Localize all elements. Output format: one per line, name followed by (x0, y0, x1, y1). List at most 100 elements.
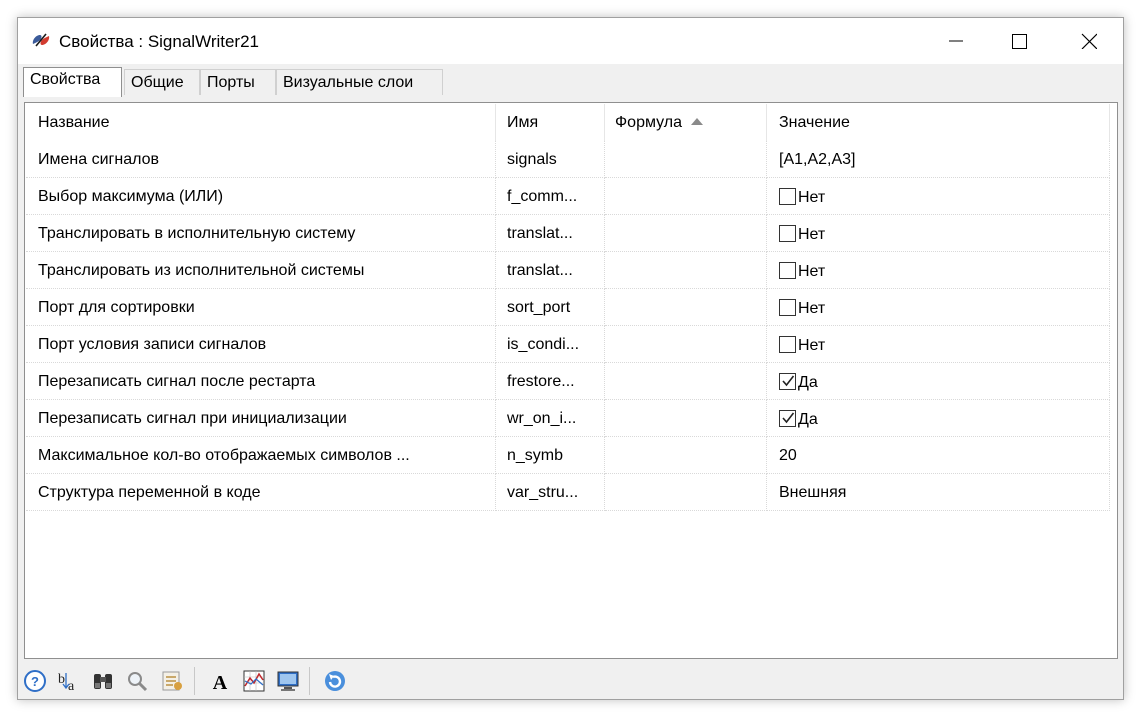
property-formula-cell[interactable] (605, 437, 767, 474)
property-name-cell-text: Максимальное кол-во отображаемых символо… (38, 447, 410, 464)
property-name-cell: Транслировать в исполнительную систему (26, 215, 496, 252)
property-formula-cell[interactable] (605, 178, 767, 215)
property-value-text: Нет (798, 188, 826, 206)
property-name-cell: Имена сигналов (26, 141, 496, 178)
property-name-cell: Перезаписать сигнал после рестарта (26, 363, 496, 400)
property-id-cell-text: frestore... (507, 373, 575, 390)
property-name-cell-text: Транслировать в исполнительную систему (38, 225, 356, 242)
property-formula-cell[interactable] (605, 400, 767, 437)
checkbox-checked[interactable] (779, 373, 796, 390)
column-header-value[interactable]: Значение (767, 104, 1110, 141)
checkbox-unchecked[interactable] (779, 299, 796, 316)
tab-general[interactable]: Общие (124, 69, 200, 95)
table-row[interactable]: Перезаписать сигнал после рестарта fresto… (26, 363, 1110, 400)
sort-alpha-icon[interactable]: ba (56, 669, 80, 694)
property-formula-cell[interactable] (605, 363, 767, 400)
property-id-cell: n_symb (496, 437, 605, 474)
checkbox-unchecked[interactable] (779, 225, 796, 242)
sort-ascending-icon (691, 118, 704, 125)
maximize-button[interactable] (996, 18, 1042, 64)
column-header-formula[interactable]: Формула (605, 104, 767, 141)
property-formula-cell[interactable] (605, 252, 767, 289)
tab-visual-layers[interactable]: Визуальные слои (276, 69, 443, 95)
table-row[interactable]: Перезаписать сигнал при инициализации wr_… (26, 400, 1110, 437)
property-value-cell[interactable]: 20 (767, 437, 1110, 474)
tab-properties[interactable]: Свойства (23, 67, 122, 97)
property-value-text: 20 (779, 447, 797, 464)
property-value-text: Внешняя (779, 484, 847, 501)
properties-panel: Название Имя Формула Значение Имена сигн… (24, 102, 1118, 659)
property-value-cell[interactable]: Внешняя (767, 474, 1110, 511)
checkbox-unchecked[interactable] (779, 188, 796, 205)
property-id-cell-text: is_condi... (507, 336, 580, 353)
title-bar[interactable]: Свойства : SignalWriter21 (18, 18, 1123, 64)
tab-ports[interactable]: Порты (200, 69, 276, 95)
property-name-cell-text: Имена сигналов (38, 151, 159, 168)
property-value-cell[interactable]: Да (767, 400, 1110, 437)
property-id-cell-text: n_symb (507, 447, 564, 464)
property-value-cell[interactable]: [A1,A2,A3] (767, 141, 1110, 178)
font-icon[interactable]: A (208, 669, 232, 694)
properties-icon[interactable] (160, 669, 184, 693)
table-row[interactable]: Транслировать в исполнительную систему tr… (26, 215, 1110, 252)
checkbox-checked[interactable] (779, 410, 796, 427)
column-header-id[interactable]: Имя (496, 104, 605, 141)
property-value-cell[interactable]: Нет (767, 252, 1110, 289)
property-id-cell: frestore... (496, 363, 605, 400)
property-name-cell: Перезаписать сигнал при инициализации (26, 400, 496, 437)
property-id-cell: translat... (496, 252, 605, 289)
property-id-cell: f_comm... (496, 178, 605, 215)
property-value-text: Нет (798, 262, 826, 280)
binoculars-icon[interactable] (91, 669, 115, 693)
property-name-cell-text: Перезаписать сигнал при инициализации (38, 410, 347, 427)
property-name-cell-text: Выбор максимума (ИЛИ) (38, 188, 224, 205)
property-id-cell-text: var_stru... (507, 484, 579, 501)
minimize-button[interactable] (933, 18, 979, 64)
column-header-name[interactable]: Название (26, 104, 496, 141)
monitor-icon[interactable] (276, 669, 300, 693)
property-id-cell-text: wr_on_i... (507, 410, 577, 427)
property-formula-cell[interactable] (605, 215, 767, 252)
close-button[interactable] (1066, 18, 1112, 64)
property-value-cell[interactable]: Нет (767, 215, 1110, 252)
property-value-cell[interactable]: Нет (767, 178, 1110, 215)
toolbar-separator (309, 667, 310, 695)
window-title: Свойства : SignalWriter21 (59, 32, 259, 51)
property-value-text: Да (798, 373, 818, 391)
table-row[interactable]: Структура переменной в коде var_stru... Вн… (26, 474, 1110, 511)
help-icon[interactable]: ? (23, 669, 47, 693)
svg-text:A: A (213, 672, 228, 693)
properties-window: Свойства : SignalWriter21 Свойства Общие… (17, 17, 1124, 700)
property-value-cell[interactable]: Нет (767, 326, 1110, 363)
magnifier-icon[interactable] (125, 669, 149, 693)
table-row[interactable]: Выбор максимума (ИЛИ) f_comm... Нет (26, 178, 1110, 215)
table-row[interactable]: Транслировать из исполнительной системы t… (26, 252, 1110, 289)
table-row[interactable]: Максимальное кол-во отображаемых символо… (26, 437, 1110, 474)
svg-text:?: ? (31, 674, 39, 689)
checkbox-unchecked[interactable] (779, 262, 796, 279)
property-id-cell-text: f_comm... (507, 188, 578, 205)
property-name-cell: Структура переменной в коде (26, 474, 496, 511)
property-id-cell: is_condi... (496, 326, 605, 363)
table-row[interactable]: Порт условия записи сигналов is_condi... Н… (26, 326, 1110, 363)
checkbox-unchecked[interactable] (779, 336, 796, 353)
property-formula-cell[interactable] (605, 326, 767, 363)
refresh-icon[interactable] (323, 669, 347, 693)
property-id-cell: var_stru... (496, 474, 605, 511)
close-icon (1081, 33, 1097, 49)
property-name-cell-text: Структура переменной в коде (38, 484, 261, 501)
property-formula-cell[interactable] (605, 289, 767, 326)
chart-icon[interactable] (242, 669, 266, 693)
property-value-cell[interactable]: Нет (767, 289, 1110, 326)
property-formula-cell[interactable] (605, 474, 767, 511)
property-name-cell-text: Порт условия записи сигналов (38, 336, 267, 353)
bottom-toolbar: ? ba A (18, 662, 1123, 699)
property-id-cell-text: sort_port (507, 299, 571, 316)
property-id-cell: sort_port (496, 289, 605, 326)
svg-text:a: a (68, 679, 75, 693)
table-row[interactable]: Порт для сортировки sort_port Нет (26, 289, 1110, 326)
property-value-cell[interactable]: Да (767, 363, 1110, 400)
property-name-cell-text: Порт для сортировки (38, 299, 195, 316)
table-row[interactable]: Имена сигналов signals [A1,A2,A3] (26, 141, 1110, 178)
property-formula-cell[interactable] (605, 141, 767, 178)
